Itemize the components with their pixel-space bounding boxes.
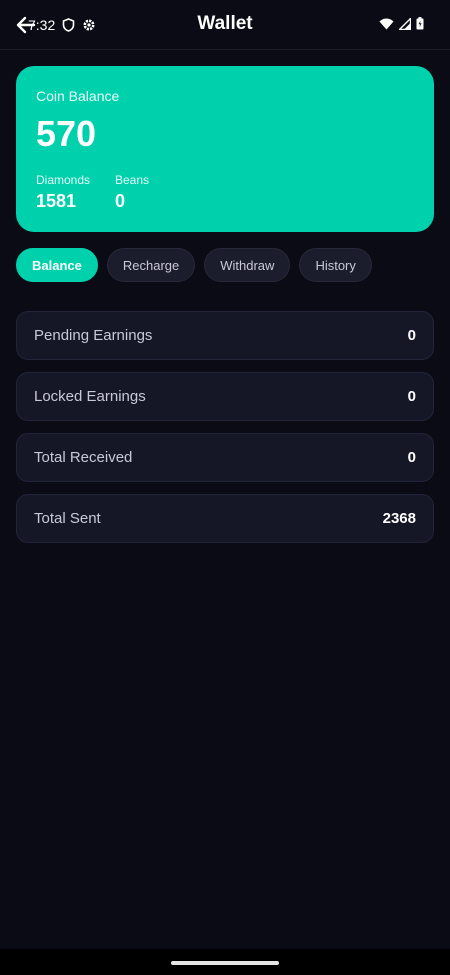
tab-balance[interactable]: Balance — [16, 248, 98, 282]
back-button[interactable] — [14, 13, 38, 37]
arrow-left-icon — [16, 16, 36, 34]
gear-icon — [82, 18, 96, 32]
stat-value: 2368 — [382, 510, 416, 527]
tab-recharge[interactable]: Recharge — [106, 248, 196, 282]
beans-label: Beans — [115, 173, 150, 187]
signal-icon — [399, 17, 411, 30]
battery-icon — [416, 17, 424, 30]
stat-label: Total Received — [34, 449, 133, 466]
diamonds-value: 1581 — [36, 191, 77, 211]
stat-label: Locked Earnings — [34, 388, 146, 405]
earnings-list: Pending Earnings 0 Locked Earnings 0 Tot… — [16, 311, 434, 555]
wallet-tabs: Balance Recharge Withdraw History — [16, 248, 372, 282]
stat-label: Pending Earnings — [34, 327, 153, 344]
home-indicator[interactable] — [171, 961, 279, 965]
diamonds-label: Diamonds — [36, 173, 91, 187]
stat-row-total-sent: Total Sent 2368 — [16, 494, 434, 543]
tab-withdraw[interactable]: Withdraw — [204, 248, 291, 282]
stat-row-pending-earnings: Pending Earnings 0 — [16, 311, 434, 360]
stat-label: Total Sent — [34, 510, 101, 527]
beans-value: 0 — [115, 191, 126, 211]
tab-history[interactable]: History — [299, 248, 372, 282]
stat-row-total-received: Total Received 0 — [16, 433, 434, 482]
stat-row-locked-earnings: Locked Earnings 0 — [16, 372, 434, 421]
coin-balance-value: 570 — [36, 113, 97, 154]
coin-balance-label: Coin Balance — [36, 88, 120, 104]
stat-value: 0 — [407, 388, 416, 405]
wifi-icon — [379, 18, 394, 30]
stat-value: 0 — [407, 327, 416, 344]
system-nav-bar — [0, 949, 450, 975]
balance-card: Coin Balance 570 Diamonds 1581 Beans 0 — [16, 66, 434, 232]
wallet-screen: 7:32 Wallet Coin Balance 570 Diamonds 15… — [0, 0, 450, 975]
stat-value: 0 — [407, 449, 416, 466]
app-header: 7:32 Wallet — [0, 0, 450, 50]
shield-icon — [62, 18, 75, 32]
status-bar-right — [379, 17, 424, 30]
status-bar-left: 7:32 — [28, 17, 96, 33]
